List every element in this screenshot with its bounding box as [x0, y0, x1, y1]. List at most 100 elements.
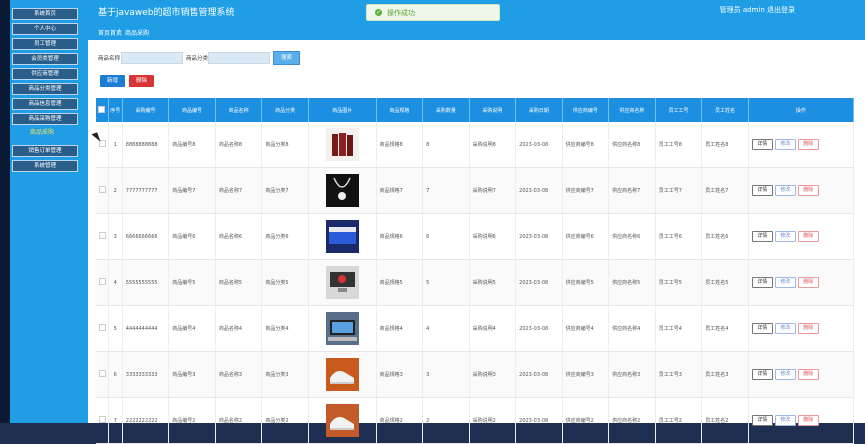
delete-button[interactable]: 删除	[797, 369, 819, 380]
edit-button[interactable]: 修改	[774, 415, 796, 426]
purchase-table: 序号 采购编号 商品编号 商品名称 商品分类 商品图片 商品规格 采购数量 采购说明 采购日期 供应…	[96, 98, 855, 444]
row-checkbox[interactable]	[99, 370, 106, 377]
cell-goods-name: 商品名称3	[215, 351, 263, 398]
sidebar-item-purchase[interactable]: 商品采购管理	[12, 113, 78, 125]
cell-purchase-no: 8888888888	[122, 122, 170, 168]
product-image	[325, 404, 359, 437]
screen-edge	[0, 0, 10, 423]
cell-supplier-no: 供应商编号6	[562, 213, 610, 260]
sidebar-item-system[interactable]: 系统管理	[12, 160, 78, 172]
detail-button[interactable]: 详情	[751, 415, 773, 426]
cell-image	[308, 305, 377, 352]
cell-goods-no: 商品编号6	[168, 213, 216, 260]
detail-button[interactable]: 详情	[751, 369, 773, 380]
cell-purchase-no: 4444444444	[122, 305, 170, 352]
cell-goods-no: 商品编号4	[168, 305, 216, 352]
row-checkbox[interactable]	[99, 324, 106, 331]
sidebar-item-home[interactable]: 系统首页	[12, 8, 78, 20]
column-header: 采购编号	[122, 98, 170, 122]
row-checkbox[interactable]	[99, 186, 106, 193]
search-name-input[interactable]	[121, 52, 183, 64]
select-all-header[interactable]	[96, 98, 109, 122]
user-logout-link[interactable]: 管理员 admin 退出登录	[720, 5, 795, 15]
cell-emp-name: 员工姓名8	[701, 122, 749, 168]
row-checkbox-cell[interactable]	[96, 259, 109, 306]
column-header: 操作	[748, 98, 855, 122]
detail-button[interactable]: 详情	[751, 277, 773, 288]
sidebar-subitem-purchase[interactable]: 商品采购	[30, 127, 54, 136]
edit-button[interactable]: 修改	[774, 277, 796, 288]
product-image	[325, 312, 359, 345]
row-checkbox-cell[interactable]	[96, 351, 109, 398]
detail-button[interactable]: 详情	[751, 139, 773, 150]
cell-goods-no: 商品编号5	[168, 259, 216, 306]
search-category-input[interactable]	[208, 52, 270, 64]
product-image	[325, 266, 359, 299]
cell-category: 商品分类7	[261, 167, 309, 214]
edit-button[interactable]: 修改	[774, 323, 796, 334]
cell-date: 2023-03-08	[515, 259, 563, 306]
app-window: 系统首页 个人中心 员工管理 会员类管理 供应商管理 商品分类管理 商品信息管理…	[0, 0, 865, 444]
detail-button[interactable]: 详情	[751, 231, 773, 242]
row-checkbox-cell[interactable]	[96, 305, 109, 352]
sidebar-item-orders[interactable]: 销售订单管理	[12, 145, 78, 157]
table-row: 3 6666666666 商品编号6 商品名称6 商品分类6 商品规格6 6 采购说明6 202…	[96, 213, 855, 260]
cell-emp-no: 员工工号6	[655, 213, 703, 260]
cell-emp-name: 员工姓名6	[701, 213, 749, 260]
edit-button[interactable]: 修改	[774, 185, 796, 196]
row-checkbox-cell[interactable]	[96, 122, 109, 168]
edit-button[interactable]: 修改	[774, 231, 796, 242]
column-header: 采购说明	[469, 98, 517, 122]
cell-index: 7	[108, 397, 123, 444]
row-checkbox-cell[interactable]	[96, 213, 109, 260]
column-header: 商品规格	[376, 98, 424, 122]
cell-actions: 详情 修改 删除	[748, 122, 855, 168]
row-checkbox-cell[interactable]	[96, 397, 109, 444]
cell-goods-name: 商品名称7	[215, 167, 263, 214]
batch-delete-button[interactable]: 删除	[129, 75, 154, 87]
column-header: 商品名称	[215, 98, 263, 122]
sidebar-item-category[interactable]: 商品分类管理	[12, 83, 78, 95]
table-row: 6 3333333333 商品编号3 商品名称3 商品分类3 商品规格3 3 采购说明3 202…	[96, 351, 855, 398]
breadcrumb-sep: /	[118, 28, 121, 35]
select-all-checkbox[interactable]	[98, 105, 106, 113]
detail-button[interactable]: 详情	[751, 323, 773, 334]
search-button[interactable]: 搜索	[273, 51, 300, 65]
cell-note: 采购说明7	[469, 167, 517, 214]
table-row: 7 2222222222 商品编号2 商品名称2 商品分类2 商品规格2 2 采购说明2 202…	[96, 397, 855, 444]
breadcrumb-current: 商品采购	[125, 30, 150, 37]
row-checkbox[interactable]	[99, 278, 106, 285]
cell-spec: 商品规格2	[376, 397, 424, 444]
delete-button[interactable]: 删除	[797, 231, 819, 242]
edit-button[interactable]: 修改	[774, 139, 796, 150]
delete-button[interactable]: 删除	[797, 415, 819, 426]
edit-button[interactable]: 修改	[774, 369, 796, 380]
cell-supplier-name: 供应商名称5	[608, 259, 656, 306]
cell-image	[308, 122, 377, 168]
table-header-row: 序号 采购编号 商品编号 商品名称 商品分类 商品图片 商品规格 采购数量 采购说明 采购日期 供应…	[96, 98, 855, 122]
add-button[interactable]: 新增	[100, 75, 125, 87]
row-checkbox[interactable]	[99, 232, 106, 239]
cell-purchase-no: 2222222222	[122, 397, 170, 444]
sidebar-item-goods[interactable]: 商品信息管理	[12, 98, 78, 110]
delete-button[interactable]: 删除	[797, 323, 819, 334]
cell-qty: 3	[422, 351, 470, 398]
sidebar-item-supplier[interactable]: 供应商管理	[12, 68, 78, 80]
cell-qty: 7	[422, 167, 470, 214]
cell-note: 采购说明2	[469, 397, 517, 444]
sidebar-item-member[interactable]: 会员类管理	[12, 53, 78, 65]
row-checkbox-cell[interactable]	[96, 167, 109, 214]
cell-emp-no: 员工工号8	[655, 122, 703, 168]
sidebar-item-staff[interactable]: 员工管理	[12, 38, 78, 50]
cell-emp-name: 员工姓名7	[701, 167, 749, 214]
cell-index: 2	[108, 167, 123, 214]
column-header: 商品分类	[261, 98, 309, 122]
detail-button[interactable]: 详情	[751, 185, 773, 196]
cell-goods-no: 商品编号2	[168, 397, 216, 444]
cell-date: 2023-03-08	[515, 122, 563, 168]
delete-button[interactable]: 删除	[797, 185, 819, 196]
delete-button[interactable]: 删除	[797, 139, 819, 150]
sidebar-item-profile[interactable]: 个人中心	[12, 23, 78, 35]
delete-button[interactable]: 删除	[797, 277, 819, 288]
row-checkbox[interactable]	[99, 416, 106, 423]
